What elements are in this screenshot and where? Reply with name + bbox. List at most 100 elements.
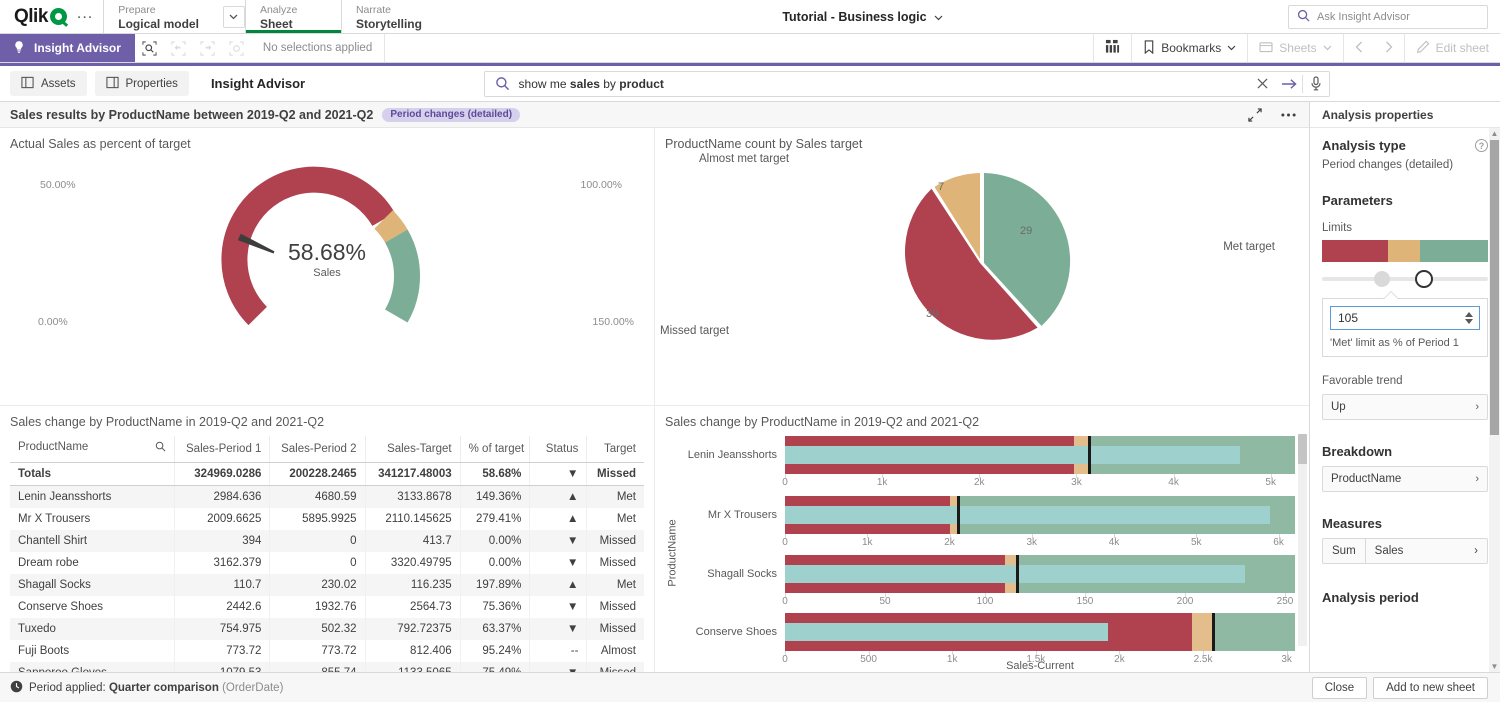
app-title-chevron-icon[interactable]: [934, 10, 943, 24]
scroll-down-icon[interactable]: ▼: [1489, 661, 1500, 672]
column-header-target[interactable]: Sales-Target: [365, 436, 460, 463]
table-row[interactable]: Conserve Shoes2442.61932.762564.7375.36%…: [10, 596, 644, 618]
measure-aggregation[interactable]: Sum: [1323, 539, 1366, 563]
table-scroll-area[interactable]: ProductName Sales-Period 1 Sales-Period …: [10, 436, 644, 672]
pie-chart-cell[interactable]: ProductName count by Sales target: [654, 128, 1309, 405]
bullet-scrollbar-thumb[interactable]: [1298, 434, 1307, 464]
step-back-icon[interactable]: [164, 34, 193, 62]
table-row[interactable]: Tuxedo754.975502.32792.7237563.37%▼Misse…: [10, 618, 644, 640]
column-header-period2[interactable]: Sales-Period 2: [270, 436, 365, 463]
nav-narrate[interactable]: Narrate Storytelling: [341, 0, 437, 33]
table-row[interactable]: Fuji Boots773.72773.72812.40695.24%--Alm…: [10, 640, 644, 662]
table-row[interactable]: Chantell Shirt3940413.70.00%▼Missed: [10, 530, 644, 552]
help-icon[interactable]: ?: [1475, 139, 1488, 152]
bullet-track[interactable]: [785, 555, 1295, 593]
ask-insight-advisor-input[interactable]: Ask Insight Advisor: [1288, 5, 1488, 29]
insight-search-box[interactable]: show me sales by product: [484, 71, 1330, 97]
scroll-up-icon[interactable]: ▲: [1489, 128, 1500, 139]
gauge-chart-cell[interactable]: Actual Sales as percent of target: [0, 128, 654, 405]
panel-scrollbar-thumb[interactable]: [1490, 140, 1499, 435]
step-forward-icon[interactable]: [193, 34, 222, 62]
selection-search-icon[interactable]: [135, 34, 164, 62]
cell-status: ▼: [530, 596, 587, 618]
sheets-chevron-icon: [1323, 43, 1332, 53]
ask-placeholder-text: Ask Insight Advisor: [1317, 11, 1410, 23]
chart-options-menu-icon[interactable]: [1276, 113, 1301, 117]
slider-knob-upper[interactable]: [1415, 270, 1433, 288]
bullet-row-label: Conserve Shoes: [681, 626, 785, 638]
nav-analyze-sub: Analyze: [260, 4, 327, 17]
bookmarks-button[interactable]: Bookmarks: [1131, 34, 1247, 62]
panel-scrollbar[interactable]: ▲ ▼: [1489, 128, 1500, 672]
spinner-up-icon[interactable]: [1465, 312, 1473, 317]
nav-dropdown-chevron-icon[interactable]: [223, 6, 245, 28]
axis-tick-label: 4k: [1168, 477, 1179, 488]
table-row[interactable]: Sapporoo Gloves1079.53855.741133.506575.…: [10, 662, 644, 672]
close-button[interactable]: Close: [1312, 677, 1367, 699]
bullet-row[interactable]: Shagall Socks050100150200250: [681, 553, 1295, 613]
analysis-properties-panel: Analysis properties Analysis type ? Peri…: [1310, 102, 1500, 672]
pie-chart[interactable]: Almost met target Met target Missed targ…: [665, 153, 1299, 368]
properties-button[interactable]: Properties: [95, 71, 189, 96]
bullet-scrollbar[interactable]: [1298, 434, 1307, 646]
clear-selections-icon[interactable]: [222, 34, 251, 62]
bullet-target-marker: [1016, 555, 1019, 593]
edit-sheet-button[interactable]: Edit sheet: [1404, 34, 1500, 62]
submit-search-icon[interactable]: [1276, 72, 1302, 96]
slider-knob-lower[interactable]: [1374, 271, 1390, 287]
limit-value-input[interactable]: [1338, 311, 1465, 325]
bullet-row[interactable]: Conserve Shoes05001k1.5k2k2.5k3kSales-Cu…: [681, 613, 1295, 673]
insight-advisor-button[interactable]: Insight Advisor: [0, 34, 135, 62]
limit-spinner[interactable]: [1330, 306, 1480, 330]
sheet-grid-button[interactable]: [1093, 34, 1131, 62]
sales-change-table-cell[interactable]: Sales change by ProductName in 2019-Q2 a…: [0, 406, 654, 672]
clear-search-icon[interactable]: [1250, 72, 1276, 96]
favorable-trend-select[interactable]: Up ›: [1322, 394, 1488, 420]
period-value: Quarter comparison: [109, 682, 219, 694]
voice-search-icon[interactable]: [1303, 72, 1329, 96]
column-search-icon[interactable]: [155, 441, 166, 455]
chevron-right-icon: ›: [1475, 401, 1479, 413]
bullet-value-bar: [785, 506, 1270, 524]
column-header-target-result[interactable]: Target: [587, 436, 644, 463]
column-header-pct-of-target[interactable]: % of target: [460, 436, 530, 463]
nav-analyze[interactable]: Analyze Sheet: [245, 0, 341, 33]
spinner-arrows[interactable]: [1465, 312, 1475, 324]
collapse-expand-icon[interactable]: [1243, 108, 1267, 122]
add-to-new-sheet-button[interactable]: Add to new sheet: [1373, 677, 1488, 699]
table-row[interactable]: Lenin Jeansshorts2984.6364680.593133.867…: [10, 486, 644, 509]
bullet-row[interactable]: Lenin Jeansshorts01k2k3k4k5k: [681, 434, 1295, 494]
bullet-chart-cell[interactable]: Sales change by ProductName in 2019-Q2 a…: [654, 406, 1309, 672]
sheets-button[interactable]: Sheets: [1247, 34, 1342, 62]
bullet-chart[interactable]: ProductName Lenin Jeansshorts01k2k3k4k5k…: [665, 434, 1295, 672]
search-query-text[interactable]: show me sales by product: [519, 77, 1250, 91]
measure-select[interactable]: Sum Sales ›: [1322, 538, 1488, 564]
cell-status: --: [530, 640, 587, 662]
nav-prepare[interactable]: Prepare Logical model: [103, 0, 213, 33]
column-header-status[interactable]: Status: [530, 436, 587, 463]
table-row[interactable]: Dream robe3162.37903320.497950.00%▼Misse…: [10, 552, 644, 574]
assets-button[interactable]: Assets: [10, 71, 87, 96]
bullet-track[interactable]: [785, 496, 1295, 534]
bullet-track[interactable]: [785, 613, 1295, 651]
bullet-track[interactable]: [785, 436, 1295, 474]
top-navigation-bar: Qlik ... Prepare Logical model Analyze S…: [0, 0, 1500, 34]
spinner-down-icon[interactable]: [1465, 319, 1473, 324]
measure-field-wrap[interactable]: Sales ›: [1366, 539, 1487, 563]
gauge-chart[interactable]: 58.68% Sales 0.00% 50.00% 100.00% 150.00…: [10, 153, 644, 368]
limits-slider[interactable]: [1322, 268, 1488, 290]
column-header-period1[interactable]: Sales-Period 1: [175, 436, 270, 463]
table-row[interactable]: Shagall Socks110.7230.02116.235197.89%▲M…: [10, 574, 644, 596]
cell-status: ▼: [530, 530, 587, 552]
next-sheet-button[interactable]: [1374, 34, 1404, 62]
main-body: Sales results by ProductName between 201…: [0, 102, 1500, 672]
breakdown-select[interactable]: ProductName ›: [1322, 466, 1488, 492]
column-header-productname[interactable]: ProductName: [10, 436, 175, 463]
bullet-row-main: Mr X Trousers: [681, 496, 1295, 534]
bullet-row-label: Mr X Trousers: [681, 509, 785, 521]
overflow-menu-icon[interactable]: ...: [77, 9, 93, 25]
bullet-row[interactable]: Mr X Trousers01k2k3k4k5k6k: [681, 494, 1295, 554]
qlik-logo[interactable]: Qlik: [14, 6, 67, 28]
table-row[interactable]: Mr X Trousers2009.66255895.99252110.1456…: [10, 508, 644, 530]
prev-sheet-button[interactable]: [1343, 34, 1374, 62]
